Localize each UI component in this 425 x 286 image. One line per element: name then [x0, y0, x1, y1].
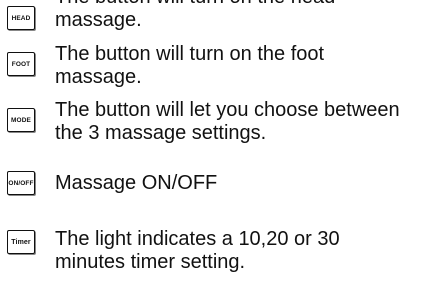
mode-description: The button will let you choose between t… [55, 99, 400, 145]
head-description: The button will turn on the head massage… [55, 0, 335, 32]
mode-description-line-2: the 3 massage settings. [55, 122, 267, 144]
onoff-description: Massage ON/OFF [55, 172, 217, 195]
onoff-description-line-1: Massage ON/OFF [55, 172, 218, 194]
timer-description-line-1: The light indicates a 10,20 or 30 [55, 228, 340, 250]
head-button-icon: HEAD [7, 6, 35, 30]
foot-button-icon: FOOT [7, 52, 35, 76]
foot-description: The button will turn on the foot massage… [55, 43, 324, 89]
foot-description-line-1: The button will turn on the foot [55, 43, 325, 65]
foot-description-line-2: massage. [55, 66, 142, 88]
timer-description: The light indicates a 10,20 or 30 minute… [55, 228, 340, 274]
head-description-line-2: massage. [55, 9, 142, 31]
timer-description-line-2: minutes timer setting. [55, 251, 246, 273]
mode-description-line-1: The button will let you choose between [55, 99, 400, 121]
head-description-line-1: The button will turn on the head [55, 0, 335, 9]
timer-button-icon: Timer [7, 230, 35, 254]
mode-button-icon: MODE [7, 108, 35, 132]
onoff-button-icon: ON/OFF [7, 171, 35, 195]
